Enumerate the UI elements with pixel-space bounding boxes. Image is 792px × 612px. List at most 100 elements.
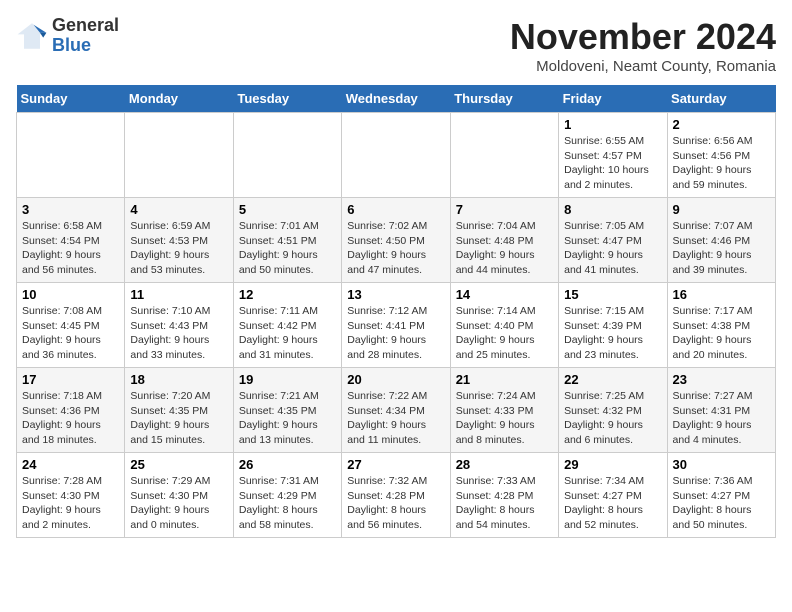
day-info: Sunrise: 7:05 AMSunset: 4:47 PMDaylight:… xyxy=(564,219,661,278)
calendar-cell: 27Sunrise: 7:32 AMSunset: 4:28 PMDayligh… xyxy=(342,453,450,538)
day-number: 3 xyxy=(22,202,119,217)
calendar-week-row-2: 3 Sunrise: 6:58 AMSunset: 4:54 PMDaylight… xyxy=(17,198,776,283)
calendar-cell: 1 Sunrise: 6:55 AMSunset: 4:57 PMDaylight… xyxy=(559,113,667,198)
day-number: 16 xyxy=(673,287,770,302)
day-info: Sunrise: 7:24 AMSunset: 4:33 PMDaylight:… xyxy=(456,389,553,448)
day-number: 7 xyxy=(456,202,553,217)
calendar-cell: 11 Sunrise: 7:10 AMSunset: 4:43 PMDayligh… xyxy=(125,283,233,368)
day-number: 5 xyxy=(239,202,336,217)
calendar-cell: 21 Sunrise: 7:24 AMSunset: 4:33 PMDayligh… xyxy=(450,368,558,453)
day-number: 13 xyxy=(347,287,444,302)
calendar-week-row-3: 10 Sunrise: 7:08 AMSunset: 4:45 PMDayligh… xyxy=(17,283,776,368)
calendar-cell: 29 Sunrise: 7:34 AMSunset: 4:27 PMDayligh… xyxy=(559,453,667,538)
day-info: Sunrise: 7:25 AMSunset: 4:32 PMDaylight:… xyxy=(564,389,661,448)
calendar-cell: 25 Sunrise: 7:29 AMSunset: 4:30 PMDayligh… xyxy=(125,453,233,538)
calendar-cell: 5 Sunrise: 7:01 AMSunset: 4:51 PMDaylight… xyxy=(233,198,341,283)
month-title: November 2024 xyxy=(510,16,776,58)
calendar-cell: 20 Sunrise: 7:22 AMSunset: 4:34 PMDayligh… xyxy=(342,368,450,453)
calendar-cell: 26Sunrise: 7:31 AMSunset: 4:29 PMDayligh… xyxy=(233,453,341,538)
day-number: 12 xyxy=(239,287,336,302)
calendar-week-row-5: 24 Sunrise: 7:28 AMSunset: 4:30 PMDayligh… xyxy=(17,453,776,538)
day-info: Sunrise: 7:04 AMSunset: 4:48 PMDaylight:… xyxy=(456,219,553,278)
day-number: 21 xyxy=(456,372,553,387)
day-info: Sunrise: 7:33 AMSunset: 4:28 PMDaylight:… xyxy=(456,474,553,533)
day-info: Sunrise: 6:55 AMSunset: 4:57 PMDaylight:… xyxy=(564,134,661,193)
day-number: 11 xyxy=(130,287,227,302)
calendar-cell: 10 Sunrise: 7:08 AMSunset: 4:45 PMDayligh… xyxy=(17,283,125,368)
calendar-cell: 9 Sunrise: 7:07 AMSunset: 4:46 PMDaylight… xyxy=(667,198,775,283)
day-info: Sunrise: 7:01 AMSunset: 4:51 PMDaylight:… xyxy=(239,219,336,278)
day-info: Sunrise: 7:18 AMSunset: 4:36 PMDaylight:… xyxy=(22,389,119,448)
calendar-cell: 19 Sunrise: 7:21 AMSunset: 4:35 PMDayligh… xyxy=(233,368,341,453)
calendar-cell xyxy=(125,113,233,198)
day-number: 20 xyxy=(347,372,444,387)
day-number: 8 xyxy=(564,202,661,217)
day-info: Sunrise: 6:59 AMSunset: 4:53 PMDaylight:… xyxy=(130,219,227,278)
day-number: 1 xyxy=(564,117,661,132)
logo: General Blue xyxy=(16,16,119,56)
calendar-cell: 2Sunrise: 6:56 AMSunset: 4:56 PMDaylight… xyxy=(667,113,775,198)
day-info: Sunrise: 7:17 AMSunset: 4:38 PMDaylight:… xyxy=(673,304,770,363)
day-info: Sunrise: 7:21 AMSunset: 4:35 PMDaylight:… xyxy=(239,389,336,448)
calendar-cell xyxy=(450,113,558,198)
day-number: 30 xyxy=(673,457,770,472)
calendar-cell: 22 Sunrise: 7:25 AMSunset: 4:32 PMDayligh… xyxy=(559,368,667,453)
day-info: Sunrise: 7:22 AMSunset: 4:34 PMDaylight:… xyxy=(347,389,444,448)
calendar-cell: 18 Sunrise: 7:20 AMSunset: 4:35 PMDayligh… xyxy=(125,368,233,453)
calendar-cell: 8 Sunrise: 7:05 AMSunset: 4:47 PMDaylight… xyxy=(559,198,667,283)
logo-general: General xyxy=(52,15,119,35)
day-info: Sunrise: 7:27 AMSunset: 4:31 PMDaylight:… xyxy=(673,389,770,448)
day-number: 24 xyxy=(22,457,119,472)
day-info: Sunrise: 7:07 AMSunset: 4:46 PMDaylight:… xyxy=(673,219,770,278)
day-info: Sunrise: 7:36 AMSunset: 4:27 PMDaylight:… xyxy=(673,474,770,533)
day-info: Sunrise: 7:14 AMSunset: 4:40 PMDaylight:… xyxy=(456,304,553,363)
day-number: 18 xyxy=(130,372,227,387)
calendar-header-saturday: Saturday xyxy=(667,85,775,113)
logo-text: General Blue xyxy=(52,16,119,56)
day-info: Sunrise: 7:10 AMSunset: 4:43 PMDaylight:… xyxy=(130,304,227,363)
page-header: General Blue November 2024 Moldoveni, Ne… xyxy=(16,16,776,75)
day-number: 2 xyxy=(673,117,770,132)
calendar-week-row-1: 1 Sunrise: 6:55 AMSunset: 4:57 PMDaylight… xyxy=(17,113,776,198)
calendar-header-row: SundayMondayTuesdayWednesdayThursdayFrid… xyxy=(17,85,776,113)
day-number: 19 xyxy=(239,372,336,387)
day-number: 23 xyxy=(673,372,770,387)
title-block: November 2024 Moldoveni, Neamt County, R… xyxy=(510,16,776,75)
calendar: SundayMondayTuesdayWednesdayThursdayFrid… xyxy=(16,85,776,538)
calendar-cell xyxy=(17,113,125,198)
day-info: Sunrise: 7:11 AMSunset: 4:42 PMDaylight:… xyxy=(239,304,336,363)
day-number: 9 xyxy=(673,202,770,217)
calendar-cell: 14Sunrise: 7:14 AMSunset: 4:40 PMDayligh… xyxy=(450,283,558,368)
calendar-cell: 15 Sunrise: 7:15 AMSunset: 4:39 PMDayligh… xyxy=(559,283,667,368)
day-number: 26 xyxy=(239,457,336,472)
day-info: Sunrise: 7:15 AMSunset: 4:39 PMDaylight:… xyxy=(564,304,661,363)
calendar-cell: 24 Sunrise: 7:28 AMSunset: 4:30 PMDayligh… xyxy=(17,453,125,538)
day-info: Sunrise: 7:12 AMSunset: 4:41 PMDaylight:… xyxy=(347,304,444,363)
calendar-cell: 28Sunrise: 7:33 AMSunset: 4:28 PMDayligh… xyxy=(450,453,558,538)
calendar-cell: 13 Sunrise: 7:12 AMSunset: 4:41 PMDayligh… xyxy=(342,283,450,368)
calendar-header-wednesday: Wednesday xyxy=(342,85,450,113)
day-number: 17 xyxy=(22,372,119,387)
calendar-week-row-4: 17 Sunrise: 7:18 AMSunset: 4:36 PMDayligh… xyxy=(17,368,776,453)
calendar-header-thursday: Thursday xyxy=(450,85,558,113)
calendar-cell: 3 Sunrise: 6:58 AMSunset: 4:54 PMDaylight… xyxy=(17,198,125,283)
day-number: 22 xyxy=(564,372,661,387)
calendar-cell: 16 Sunrise: 7:17 AMSunset: 4:38 PMDayligh… xyxy=(667,283,775,368)
day-info: Sunrise: 7:20 AMSunset: 4:35 PMDaylight:… xyxy=(130,389,227,448)
day-info: Sunrise: 7:08 AMSunset: 4:45 PMDaylight:… xyxy=(22,304,119,363)
day-number: 10 xyxy=(22,287,119,302)
day-number: 25 xyxy=(130,457,227,472)
day-info: Sunrise: 7:29 AMSunset: 4:30 PMDaylight:… xyxy=(130,474,227,533)
day-info: Sunrise: 6:58 AMSunset: 4:54 PMDaylight:… xyxy=(22,219,119,278)
calendar-cell: 17 Sunrise: 7:18 AMSunset: 4:36 PMDayligh… xyxy=(17,368,125,453)
day-info: Sunrise: 7:34 AMSunset: 4:27 PMDaylight:… xyxy=(564,474,661,533)
day-number: 29 xyxy=(564,457,661,472)
day-info: Sunrise: 7:02 AMSunset: 4:50 PMDaylight:… xyxy=(347,219,444,278)
calendar-header-monday: Monday xyxy=(125,85,233,113)
calendar-header-sunday: Sunday xyxy=(17,85,125,113)
calendar-cell xyxy=(233,113,341,198)
day-info: Sunrise: 7:28 AMSunset: 4:30 PMDaylight:… xyxy=(22,474,119,533)
calendar-cell: 23 Sunrise: 7:27 AMSunset: 4:31 PMDayligh… xyxy=(667,368,775,453)
calendar-cell: 30 Sunrise: 7:36 AMSunset: 4:27 PMDayligh… xyxy=(667,453,775,538)
day-number: 15 xyxy=(564,287,661,302)
